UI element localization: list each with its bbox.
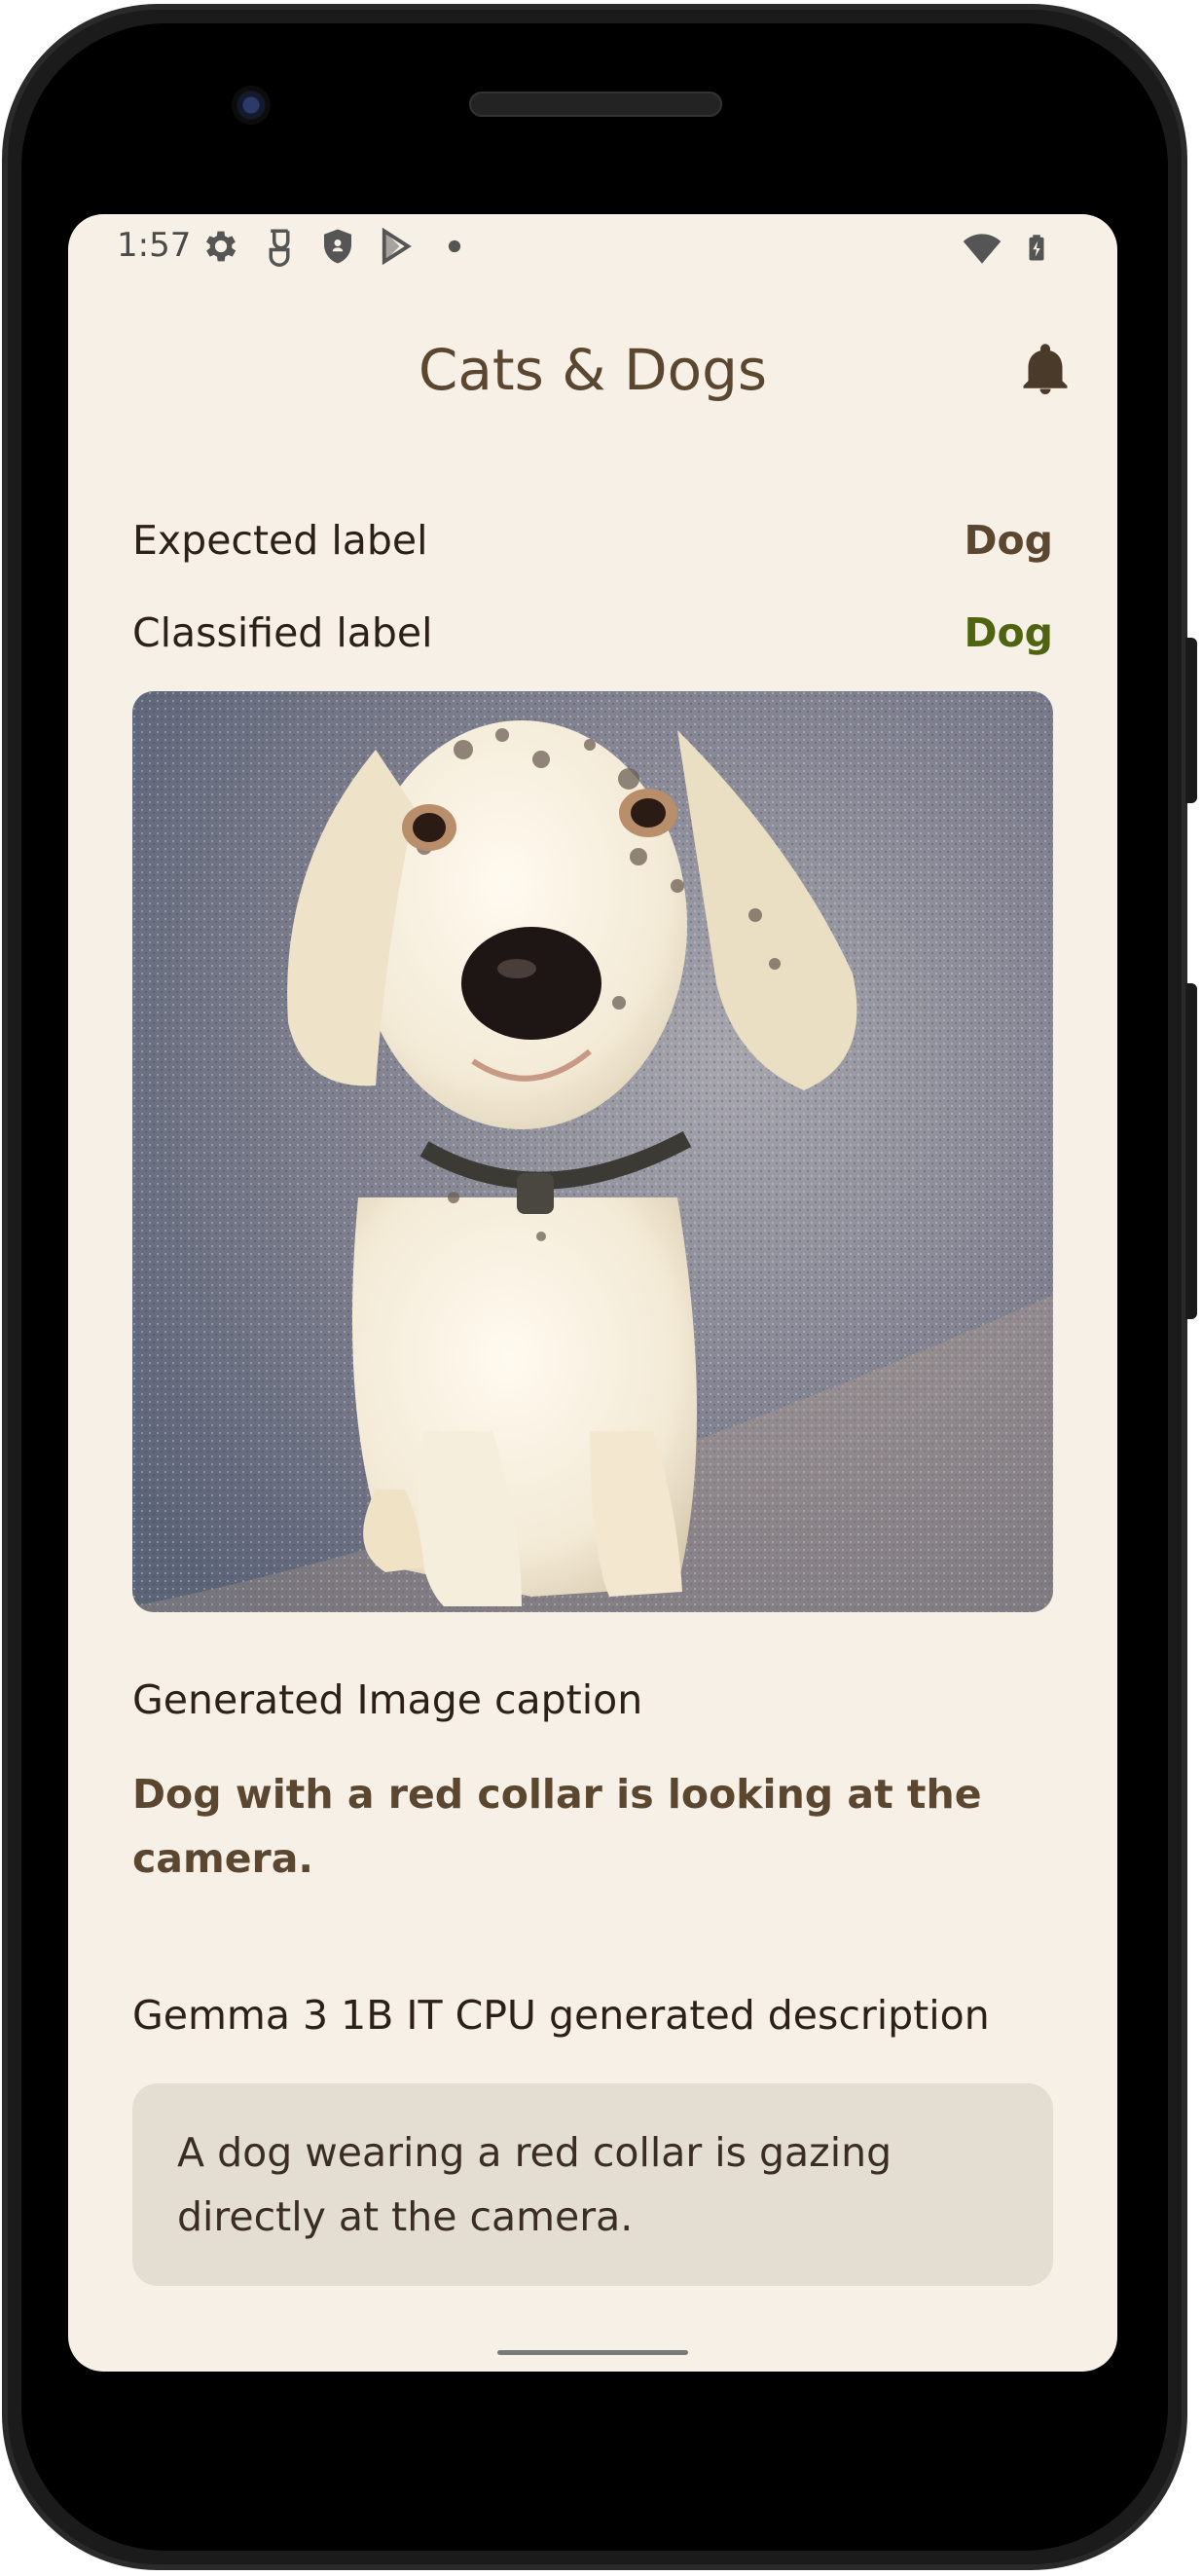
volume-button — [1185, 983, 1197, 1319]
generated-description: A dog wearing a red collar is gazing dir… — [177, 2129, 892, 2240]
gear-icon — [205, 231, 237, 262]
expected-label-title: Expected label — [132, 517, 428, 564]
shield-icon — [324, 229, 351, 264]
bell-icon[interactable] — [1016, 339, 1075, 401]
app-screen: 1:57 Cats & Dogs Expected label Dog Clas… — [68, 214, 1117, 2372]
home-indicator[interactable] — [497, 2350, 688, 2355]
dog-photo — [132, 691, 1053, 1612]
battery-charging-icon — [1029, 235, 1044, 261]
notification-icons — [200, 226, 475, 267]
front-camera — [232, 86, 271, 125]
app-title: Cats & Dogs — [418, 337, 768, 403]
generated-caption: Dog with a red collar is looking at the … — [132, 1771, 982, 1882]
play-store-icon — [382, 227, 412, 266]
classified-label-title: Classified label — [132, 609, 433, 656]
status-bar: 1:57 — [68, 214, 1117, 284]
description-heading: Gemma 3 1B IT CPU generated description — [132, 1992, 990, 2039]
vpn-key-icon — [269, 229, 290, 267]
wifi-icon — [963, 234, 1002, 264]
classified-label-row: Classified label Dog — [132, 609, 1053, 656]
expected-label-value: Dog — [964, 517, 1053, 564]
classified-label-value: Dog — [964, 609, 1053, 656]
earpiece-speaker — [469, 92, 722, 117]
top-app-bar: Cats & Dogs — [68, 284, 1117, 456]
dog-image — [132, 691, 1053, 1612]
expected-label-row: Expected label Dog — [132, 517, 1053, 564]
dot-icon — [448, 239, 461, 253]
system-icons — [962, 228, 1051, 269]
description-card: A dog wearing a red collar is gazing dir… — [132, 2083, 1053, 2286]
status-time: 1:57 — [117, 226, 192, 265]
caption-heading: Generated Image caption — [132, 1676, 643, 1723]
power-button — [1185, 638, 1197, 803]
